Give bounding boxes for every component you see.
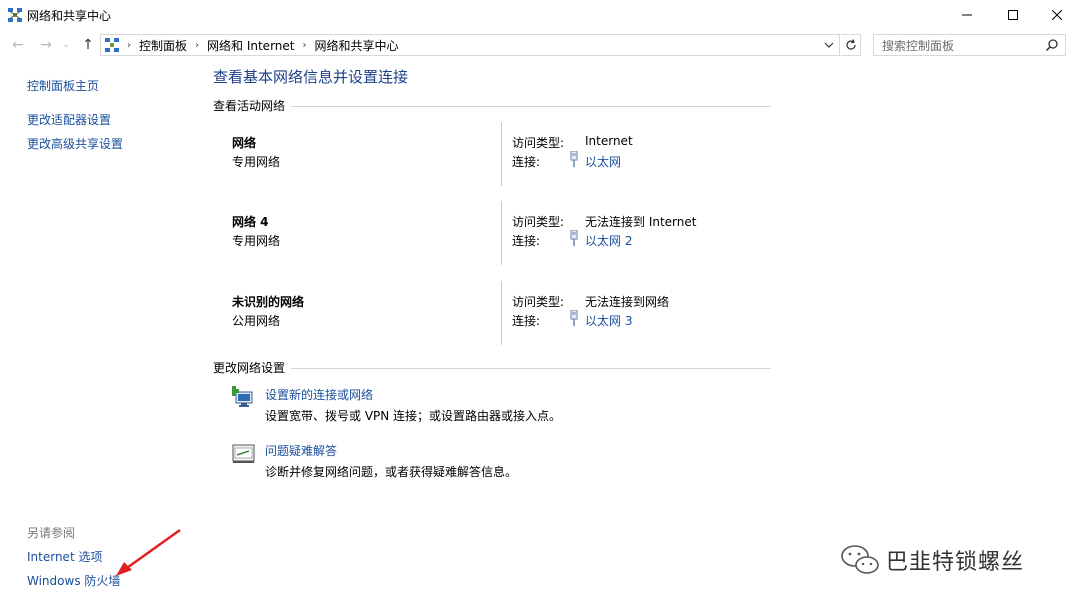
- access-type-label: 访问类型:: [512, 295, 565, 309]
- chevron-down-icon: ⌄: [62, 40, 70, 50]
- address-dropdown-button[interactable]: [821, 37, 837, 53]
- network-name: 网络: [232, 136, 257, 150]
- minimize-icon: [962, 14, 972, 16]
- refresh-icon: [845, 39, 856, 50]
- forward-arrow-icon: →: [40, 37, 52, 53]
- setup-new-connection-description: 设置宽带、拨号或 VPN 连接；或设置路由器或接入点。: [265, 409, 562, 423]
- chevron-down-icon: [824, 42, 834, 48]
- ethernet-connection-link[interactable]: 以太网 3: [585, 312, 632, 329]
- ethernet-icon: [570, 310, 578, 326]
- watermark: 巴韭特锁螺丝: [840, 540, 1060, 580]
- maximize-icon: [1008, 10, 1018, 20]
- network-divider: [501, 281, 502, 345]
- network-category: 专用网络: [232, 155, 281, 169]
- forward-button[interactable]: →: [36, 34, 56, 56]
- network-name: 未识别的网络: [232, 295, 305, 309]
- back-arrow-icon: ←: [12, 37, 24, 53]
- ethernet-icon: [570, 230, 578, 246]
- task-new-connection: 设置新的连接或网络 设置宽带、拨号或 VPN 连接；或设置路由器或接入点。: [232, 386, 772, 426]
- search-box[interactable]: 搜索控制面板: [873, 34, 1066, 56]
- troubleshoot-description: 诊断并修复网络问题，或者获得疑难解答信息。: [265, 465, 518, 479]
- section-divider: [291, 368, 771, 369]
- active-networks-section-header: 查看活动网络: [213, 98, 771, 113]
- see-also-heading: 另请参阅: [27, 526, 76, 540]
- connection-label: 连接:: [512, 155, 541, 169]
- up-button[interactable]: ↑: [78, 34, 98, 56]
- close-button[interactable]: [1034, 0, 1080, 30]
- recent-locations-button[interactable]: ⌄: [60, 34, 72, 56]
- breadcrumb-network-internet[interactable]: 网络和 Internet: [207, 37, 294, 54]
- connection-label: 连接:: [512, 314, 541, 328]
- network-entry: 网络 4 专用网络 访问类型: 无法连接到 Internet 连接: 以太网 2: [232, 201, 772, 277]
- up-arrow-icon: ↑: [82, 37, 94, 53]
- breadcrumb-network-sharing-center[interactable]: 网络和共享中心: [314, 37, 398, 54]
- back-button[interactable]: ←: [8, 34, 28, 56]
- window-title: 网络和共享中心: [27, 9, 112, 23]
- change-settings-heading: 更改网络设置: [213, 360, 286, 375]
- control-panel-icon: [105, 38, 119, 52]
- network-name: 网络 4: [232, 215, 269, 229]
- search-icon[interactable]: [1045, 38, 1059, 52]
- title-bar: 网络和共享中心: [0, 0, 1080, 30]
- maximize-button[interactable]: [990, 0, 1036, 30]
- chevron-right-icon: ›: [127, 39, 131, 51]
- access-type-label: 访问类型:: [512, 215, 565, 229]
- setup-new-connection-link[interactable]: 设置新的连接或网络: [265, 386, 373, 403]
- connection-label: 连接:: [512, 234, 541, 248]
- network-category: 专用网络: [232, 234, 281, 248]
- internet-options-link[interactable]: Internet 选项: [27, 548, 102, 565]
- section-divider: [291, 106, 771, 107]
- ethernet-connection-link[interactable]: 以太网: [585, 153, 621, 170]
- change-settings-section-header: 更改网络设置: [213, 360, 771, 375]
- advanced-sharing-settings-link[interactable]: 更改高级共享设置: [27, 135, 123, 152]
- new-connection-icon: [232, 386, 253, 407]
- active-networks-heading: 查看活动网络: [213, 98, 286, 113]
- troubleshoot-problems-link[interactable]: 问题疑难解答: [265, 442, 337, 459]
- change-adapter-settings-link[interactable]: 更改适配器设置: [27, 111, 111, 128]
- access-type-value: 无法连接到网络: [585, 295, 670, 309]
- navigation-bar: ← → ⌄ ↑ › 控制面板 › 网络和 Internet › 网络和共享中心 …: [0, 30, 1080, 60]
- network-entry: 未识别的网络 公用网络 访问类型: 无法连接到网络 连接: 以太网 3: [232, 281, 772, 357]
- breadcrumb-control-panel[interactable]: 控制面板: [139, 37, 187, 54]
- watermark-text: 巴韭特锁螺丝: [886, 550, 1025, 575]
- ethernet-connection-link[interactable]: 以太网 2: [585, 232, 632, 249]
- network-divider: [501, 122, 502, 186]
- troubleshoot-icon: [232, 444, 255, 463]
- control-panel-home-link[interactable]: 控制面板主页: [27, 77, 99, 94]
- network-center-icon: [8, 8, 22, 22]
- close-icon: [1052, 10, 1062, 20]
- address-bar[interactable]: › 控制面板 › 网络和 Internet › 网络和共享中心: [100, 34, 840, 56]
- ethernet-icon: [570, 151, 578, 167]
- network-entry: 网络 专用网络 访问类型: Internet 连接: 以太网: [232, 122, 772, 198]
- access-type-value: 无法连接到 Internet: [585, 215, 697, 229]
- wechat-logo-icon: [841, 545, 879, 574]
- minimize-button[interactable]: [944, 0, 990, 30]
- network-category: 公用网络: [232, 314, 281, 328]
- network-divider: [501, 201, 502, 265]
- task-troubleshoot: 问题疑难解答 诊断并修复网络问题，或者获得疑难解答信息。: [232, 442, 772, 482]
- page-title: 查看基本网络信息并设置连接: [213, 68, 409, 86]
- search-placeholder[interactable]: 搜索控制面板: [882, 37, 954, 54]
- access-type-value: Internet: [585, 134, 633, 148]
- chevron-right-icon[interactable]: ›: [195, 40, 199, 51]
- windows-firewall-link[interactable]: Windows 防火墙: [27, 572, 120, 589]
- access-type-label: 访问类型:: [512, 136, 565, 150]
- refresh-button[interactable]: [841, 34, 861, 56]
- annotation-arrow: [116, 528, 181, 576]
- chevron-right-icon[interactable]: ›: [302, 40, 306, 51]
